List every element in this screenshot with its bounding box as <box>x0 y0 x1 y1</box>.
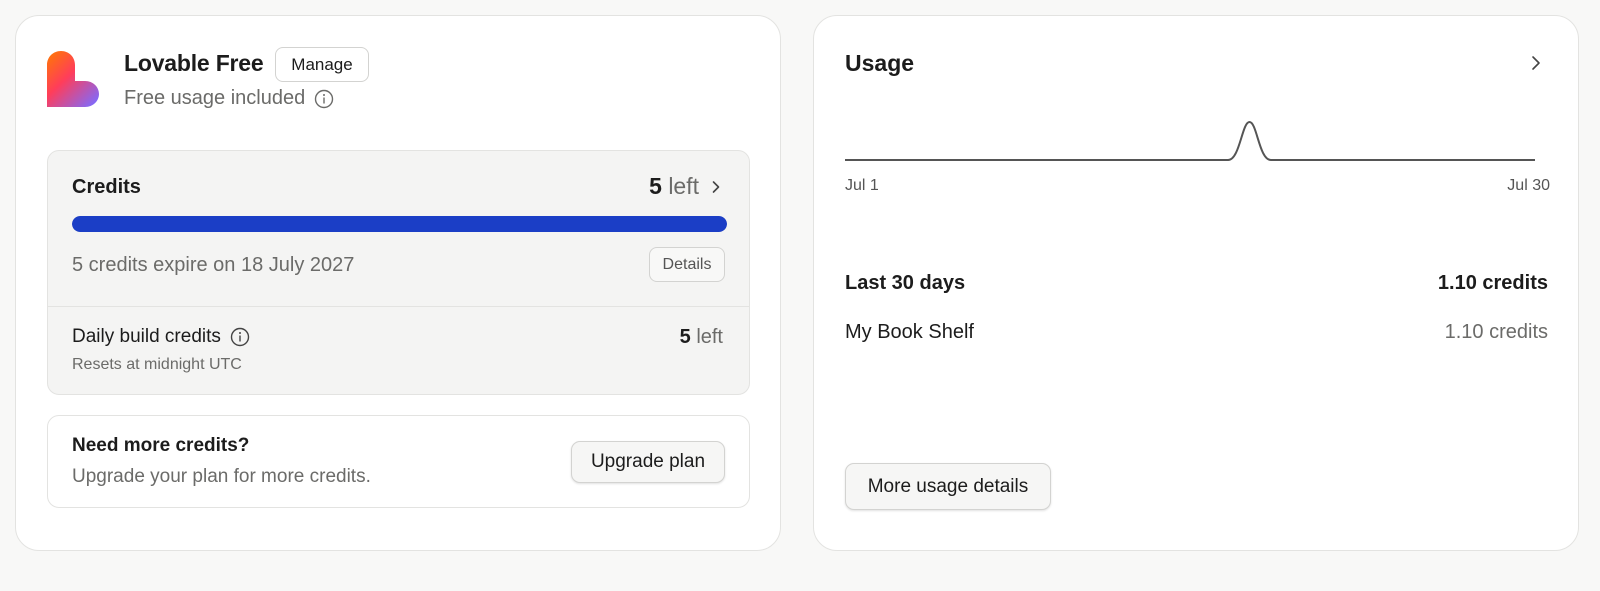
credits-remaining-count: 5 <box>649 173 662 199</box>
chevron-right-icon <box>712 180 720 193</box>
usage-card: Usage Jul 1 Jul 30 Last 30 days 1.10 cre… <box>813 15 1579 551</box>
daily-credits-title-text: Daily build credits <box>72 326 221 347</box>
credits-progress-bar <box>72 216 727 232</box>
plan-name: Lovable Free <box>124 50 264 76</box>
period-total: 1.10 credits <box>1437 272 1548 294</box>
credits-title: Credits <box>72 176 141 198</box>
chevron-right-icon[interactable] <box>1528 55 1544 71</box>
credits-expire-text: 5 credits expire on 18 July 2027 <box>72 254 355 276</box>
credits-panel: Credits 5 left 5 credits expire on 18 Ju… <box>47 150 750 395</box>
details-button[interactable]: Details <box>649 247 725 282</box>
upgrade-subtitle: Upgrade your plan for more credits. <box>72 466 371 487</box>
credits-remaining-link[interactable]: 5 left <box>649 173 723 200</box>
manage-button[interactable]: Manage <box>275 47 369 82</box>
daily-remaining-count: 5 <box>679 326 691 348</box>
usage-title: Usage <box>845 50 915 76</box>
upgrade-title: Need more credits? <box>72 435 250 456</box>
upgrade-plan-button[interactable]: Upgrade plan <box>571 441 725 483</box>
daily-credits-title: Daily build credits <box>72 326 250 348</box>
plan-card: Lovable Free Manage Free usage included … <box>15 15 781 551</box>
period-label: Last 30 days <box>845 272 966 294</box>
credits-progress-fill <box>72 216 727 232</box>
upgrade-panel: Need more credits? Upgrade your plan for… <box>47 415 750 508</box>
plan-subtitle-text: Free usage included <box>124 87 306 109</box>
project-credits: 1.10 credits <box>1444 321 1548 343</box>
daily-credits-subtitle: Resets at midnight UTC <box>72 356 242 373</box>
x-axis-end-label: Jul 30 <box>1507 177 1550 194</box>
info-icon[interactable] <box>314 89 334 109</box>
credits-remaining-suffix: left <box>668 173 699 199</box>
usage-series-line <box>845 121 1535 161</box>
daily-credits-remaining: 5 left <box>680 326 723 349</box>
plan-subtitle: Free usage included <box>124 87 334 110</box>
divider <box>48 306 749 307</box>
x-axis-start-label: Jul 1 <box>845 177 879 194</box>
more-usage-details-button[interactable]: More usage details <box>845 463 1051 510</box>
usage-line-chart <box>845 121 1535 161</box>
lovable-logo-icon <box>47 51 99 107</box>
daily-remaining-suffix: left <box>696 326 723 348</box>
info-icon[interactable] <box>230 327 250 347</box>
project-name: My Book Shelf <box>845 321 974 343</box>
